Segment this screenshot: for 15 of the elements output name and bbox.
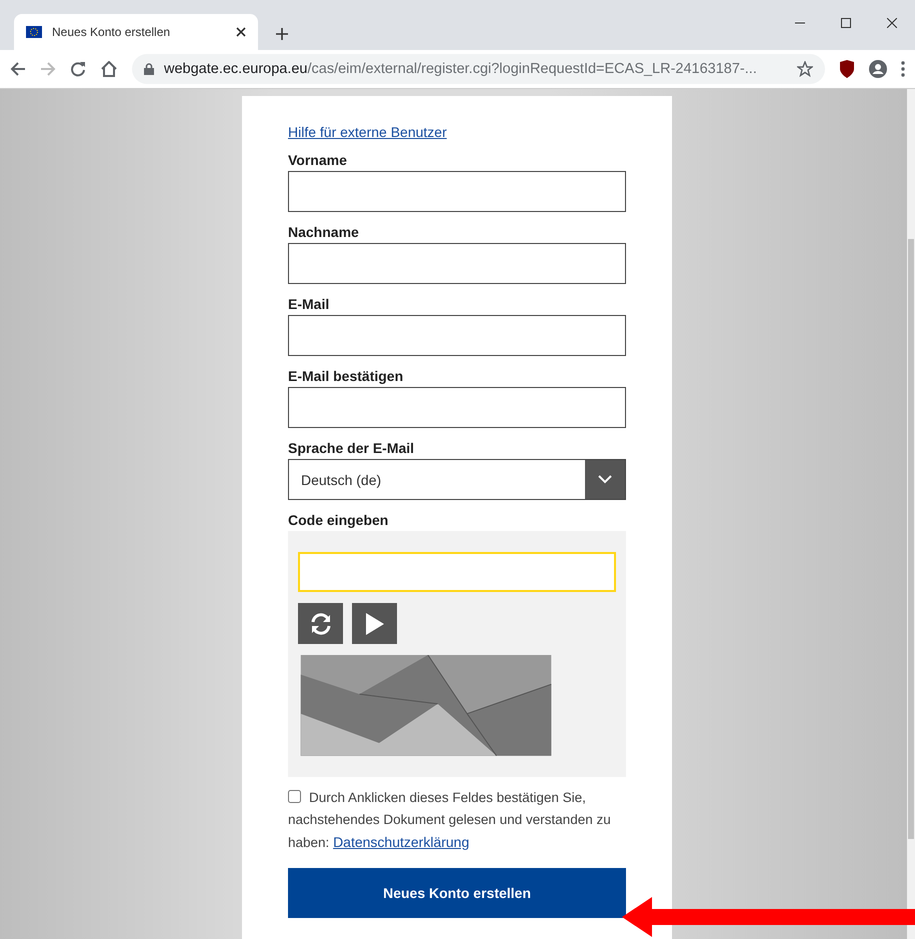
consent-text: Durch Anklicken dieses Feldes bestätigen Sie, nachstehendes Dokument gelesen und verstanden zu haben: Datenschutzerklärung bbox=[288, 789, 612, 852]
field-label: E-Mail bbox=[288, 296, 330, 312]
help-link[interactable]: Hilfe für externe Benutzer bbox=[288, 124, 447, 140]
create-account-button[interactable]: Neues Konto erstellen bbox=[288, 868, 626, 918]
address-bar[interactable]: webgate.ec.europa.eu/cas/eim/external/register.cgi?loginRequestId=ECAS_LR-24163187-... bbox=[132, 54, 825, 84]
field-label: E-Mail bestätigen bbox=[288, 368, 404, 384]
field-label: Sprache der E-Mail bbox=[288, 440, 416, 456]
language-select[interactable]: Deutsch (de) bbox=[288, 459, 626, 500]
field-label: Nachname bbox=[288, 224, 360, 240]
field-label: Vorname bbox=[288, 152, 348, 168]
url-text: webgate.ec.europa.eu/cas/eim/external/register.cgi?loginRequestId=ECAS_LR-24163187-... bbox=[164, 61, 757, 77]
field-label: Code eingeben bbox=[288, 512, 390, 528]
privacy-link[interactable]: Datenschutzerklärung bbox=[333, 834, 470, 850]
browser-tab[interactable]: Neues Konto erstellen bbox=[14, 14, 258, 50]
tab-title: Neues Konto erstellen bbox=[52, 25, 172, 39]
